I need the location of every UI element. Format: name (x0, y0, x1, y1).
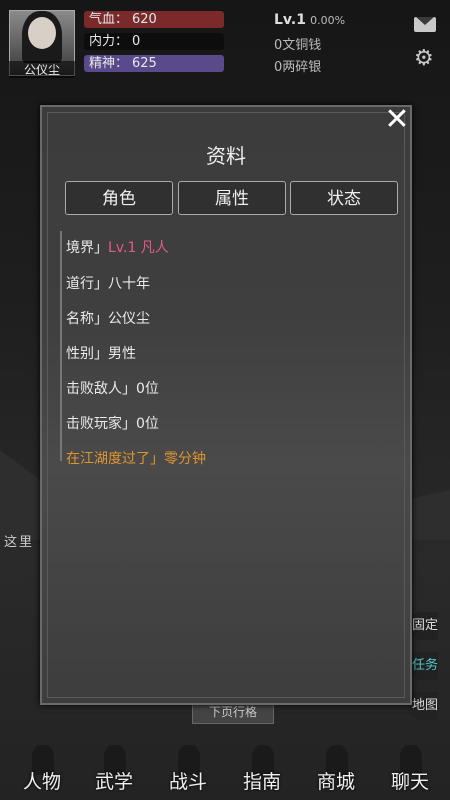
player-name: 公仪尘 (9, 61, 75, 78)
silver-money: 0两碎银 (274, 60, 322, 75)
cultivation-label: 道行」 (66, 276, 108, 292)
nav-label: 指南 (242, 771, 281, 793)
enemies-value: 0位 (136, 381, 159, 397)
time-value: 零分钟 (164, 451, 206, 467)
info-row-gender: 性别」男性 (66, 343, 136, 363)
copper-money: 0文铜钱 (274, 38, 322, 53)
nav-label: 战斗 (168, 771, 207, 793)
info-row-cultivation: 道行」八十年 (66, 273, 150, 293)
realm-label: 境界」 (66, 240, 108, 256)
nav-label: 人物 (22, 771, 61, 793)
cultivation-value: 八十年 (108, 276, 150, 292)
info-row-time: 在江湖度过了」零分钟 (66, 448, 206, 468)
profile-modal: 资料 角色 属性 状态 境界」Lv.1 凡人 道行」八十年 名称」公仪尘 性别」… (40, 105, 412, 705)
message-text: 这里 (4, 535, 35, 550)
nav-battle[interactable]: 战斗 (158, 745, 218, 795)
realm-value: Lv.1 凡人 (108, 240, 169, 256)
time-label: 在江湖度过了」 (66, 451, 164, 467)
tab-attributes[interactable]: 属性 (178, 181, 286, 215)
name-label: 名称」 (66, 311, 108, 327)
info-divider (60, 231, 62, 461)
info-row-name: 名称」公仪尘 (66, 308, 150, 328)
info-row-realm: 境界」Lv.1 凡人 (66, 237, 169, 257)
side-button-quest[interactable]: 任务 (408, 652, 438, 680)
gender-value: 男性 (108, 346, 136, 362)
info-row-enemies: 击败敌人」0位 (66, 378, 159, 398)
nav-guide[interactable]: 指南 (232, 745, 292, 795)
side-button-fixed[interactable]: 固定 (408, 612, 438, 640)
sp-bar: 精神： 625 (84, 55, 224, 72)
tab-character[interactable]: 角色 (65, 181, 173, 215)
nav-chat[interactable]: 聊天 (380, 745, 440, 795)
players-label: 击败玩家」 (66, 416, 136, 432)
level-value: Lv.1 (274, 12, 306, 28)
gender-label: 性别」 (66, 346, 108, 362)
hp-bar: 气血： 620 (84, 11, 224, 28)
enemies-label: 击败敌人」 (66, 381, 136, 397)
mail-icon[interactable] (414, 17, 436, 32)
mp-value: 0 (132, 34, 141, 49)
nav-shop[interactable]: 商城 (306, 745, 366, 795)
hp-value: 620 (132, 12, 157, 27)
nav-label: 商城 (316, 771, 355, 793)
players-value: 0位 (136, 416, 159, 432)
mp-label: 内力： (89, 34, 129, 49)
nav-martial-arts[interactable]: 武学 (84, 745, 144, 795)
gear-icon[interactable]: ⚙ (414, 48, 434, 70)
exp-percent: 0.00% (310, 14, 346, 27)
sp-label: 精神： (89, 56, 129, 71)
close-icon[interactable]: ✕ (384, 105, 410, 135)
mp-bar: 内力： 0 (84, 33, 224, 50)
nav-label: 武学 (94, 771, 133, 793)
side-button-map[interactable]: 地图 (408, 692, 438, 720)
sp-value: 625 (132, 56, 157, 71)
nav-label: 聊天 (390, 771, 429, 793)
modal-title: 资料 (206, 144, 246, 168)
tab-status[interactable]: 状态 (290, 181, 398, 215)
level-display: Lv.1 0.00% (274, 12, 345, 28)
nav-character[interactable]: 人物 (12, 745, 72, 795)
hp-label: 气血： (89, 12, 129, 27)
avatar-face (28, 17, 56, 49)
info-row-players: 击败玩家」0位 (66, 413, 159, 433)
name-value: 公仪尘 (108, 311, 150, 327)
